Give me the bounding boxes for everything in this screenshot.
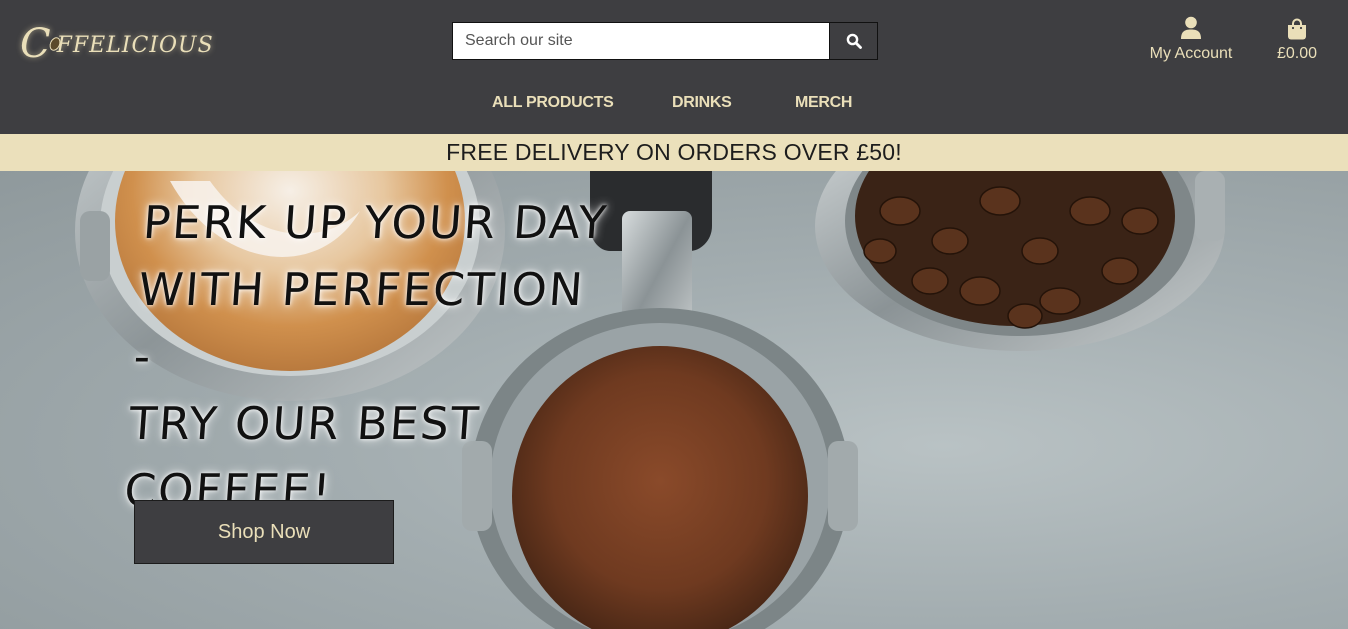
my-account-link[interactable]: My Account	[1143, 14, 1239, 63]
search-icon	[846, 33, 862, 49]
logo-initial: C	[20, 21, 52, 67]
delivery-banner: FREE DELIVERY ON ORDERS OVER £50!	[0, 134, 1348, 171]
hero-headline: PERK UP YOUR DAY WITH PERFECTION - TRY O…	[122, 189, 625, 524]
search-button[interactable]	[829, 22, 878, 60]
hero-section: PERK UP YOUR DAY WITH PERFECTION - TRY O…	[0, 171, 1348, 629]
shopping-bag-icon	[1288, 18, 1306, 40]
logo-text: FFELICIOUS	[56, 33, 214, 58]
hero-headline-line: TRY OUR BEST	[127, 397, 483, 450]
hero-headline-line: WITH PERFECTION -	[132, 263, 587, 383]
shop-now-button[interactable]: Shop Now	[134, 500, 394, 564]
site-header: C FFELICIOUS My Account	[0, 0, 1348, 134]
search-input[interactable]	[452, 22, 829, 60]
my-account-label: My Account	[1149, 45, 1233, 62]
shopping-bag-link[interactable]: £0.00	[1268, 14, 1326, 63]
nav-all-products[interactable]: ALL PRODUCTS	[492, 94, 614, 112]
nav-merch[interactable]: MERCH	[795, 94, 852, 112]
coffee-beans-cup	[815, 171, 1225, 351]
bag-total: £0.00	[1276, 45, 1318, 62]
brand-logo[interactable]: C FFELICIOUS	[20, 20, 214, 68]
nav-drinks[interactable]: DRINKS	[672, 94, 732, 112]
user-icon	[1181, 16, 1201, 39]
search-form	[452, 22, 878, 60]
hero-headline-line: PERK UP YOUR DAY	[141, 196, 610, 249]
delivery-banner-text: FREE DELIVERY ON ORDERS OVER £50!	[446, 139, 902, 165]
